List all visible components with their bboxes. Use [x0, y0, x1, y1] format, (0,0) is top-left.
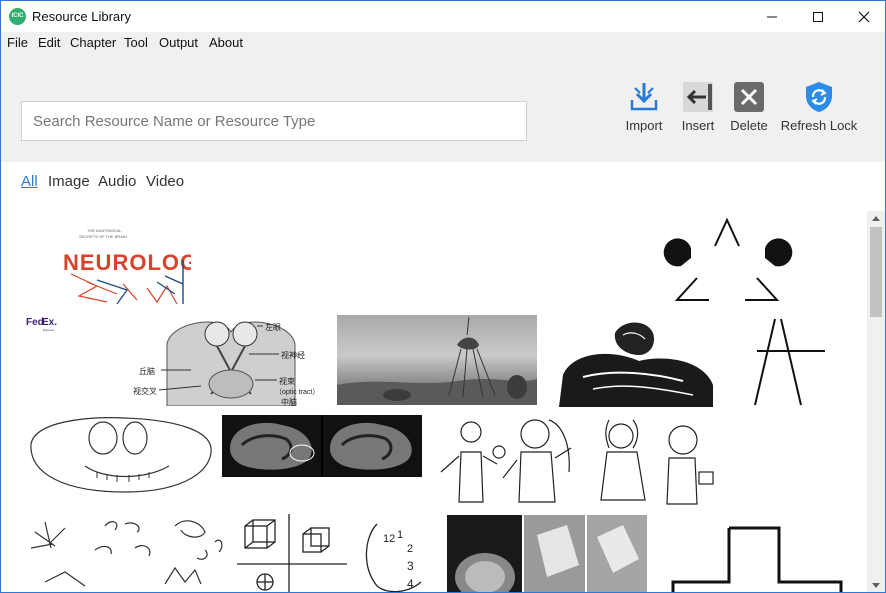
menu-chapter[interactable]: Chapter: [70, 35, 116, 50]
maximize-icon: [813, 11, 823, 22]
tab-image[interactable]: Image: [48, 173, 90, 190]
scroll-up-button[interactable]: [867, 211, 885, 225]
clock-number-12: 12: [383, 533, 395, 545]
tab-video[interactable]: Video: [146, 173, 184, 190]
chevron-up-icon: [872, 215, 880, 221]
thumbnail-face-drawing[interactable]: [25, 414, 215, 494]
insert-arrow-icon: [683, 82, 713, 112]
delete-label: Delete: [730, 118, 768, 133]
anatomy-label-left-eye: 左眼: [265, 322, 281, 332]
menu-bar: File Edit Chapter Tool Output About: [1, 32, 885, 54]
anatomy-label-optic-tract: 视束: [279, 376, 295, 386]
neurologic-subtitle-1: THE ANATOMICAL: [87, 228, 122, 233]
scrollbar-thumb[interactable]: [870, 227, 882, 317]
minimize-button[interactable]: [749, 1, 795, 32]
clock-number-4: 4: [407, 577, 414, 591]
menu-about[interactable]: About: [209, 35, 243, 50]
insert-label: Insert: [681, 118, 715, 133]
menu-edit[interactable]: Edit: [38, 35, 60, 50]
fedex-express: Express: [43, 328, 54, 332]
thumbnail-child-drawings[interactable]: [431, 412, 723, 508]
anatomy-label-optic-tract-en: （optic tract）: [275, 388, 319, 396]
thumbnail-brain-scan-photos[interactable]: [447, 515, 647, 592]
vertical-scrollbar[interactable]: [867, 211, 885, 592]
menu-file[interactable]: File: [7, 35, 28, 50]
filter-tabs: All Image Audio Video: [1, 162, 885, 202]
minimize-icon: [767, 16, 777, 17]
import-label: Import: [625, 118, 663, 133]
scroll-down-button[interactable]: [867, 578, 885, 592]
thumbnail-surreal-painting[interactable]: [337, 315, 537, 405]
thumbnail-cross-shape[interactable]: [669, 524, 845, 592]
neurologic-subtitle-2: SECRETS OF THE BRAIN: [79, 234, 127, 239]
anatomy-label-thalamus: 丘脑: [139, 366, 155, 376]
anatomy-label-optic-nerve: 视神经: [281, 350, 305, 360]
close-button[interactable]: [841, 1, 885, 32]
maximize-button[interactable]: [795, 1, 841, 32]
thumbnail-letter-a[interactable]: [745, 315, 837, 407]
import-icon: [630, 83, 658, 111]
thumbnail-visual-pathway[interactable]: 左眼 视神经 丘脑 视交叉 视束 （optic tract） 中脑: [131, 314, 331, 406]
app-logo-icon: ICIC: [9, 8, 26, 25]
resource-library-window: ICIC Resource Library File Edit Chapter …: [0, 0, 886, 593]
clock-number-1: 1: [397, 529, 403, 541]
thumbnail-cube-drawings[interactable]: [237, 514, 347, 592]
thumbnail-fedex-logo[interactable]: Fed Ex. Express: [25, 314, 65, 334]
thumbnail-kanizsa-triangle[interactable]: [661, 216, 793, 306]
thumbnail-thinker-sketch[interactable]: [553, 315, 719, 407]
refresh-lock-label: Refresh Lock: [780, 118, 858, 133]
thumbnail-neurologic[interactable]: THE ANATOMICAL SECRETS OF THE BRAIN NEUR…: [57, 224, 191, 306]
shield-refresh-icon: [806, 82, 832, 112]
anatomy-label-chiasm: 视交叉: [133, 386, 157, 396]
thumbnail-mri-brains[interactable]: [222, 415, 422, 477]
anatomy-label-midbrain: 中脑: [281, 397, 297, 406]
window-title: Resource Library: [32, 9, 131, 24]
fedex-ex: Ex.: [42, 317, 57, 328]
title-bar: ICIC Resource Library: [1, 1, 885, 32]
thumbnail-clock-drawing[interactable]: 12 1 2 3 4: [357, 516, 437, 592]
toolbar: Import Insert Delete: [1, 54, 885, 162]
search-input[interactable]: [22, 102, 526, 140]
close-icon: [858, 11, 870, 22]
delete-x-icon: [734, 82, 764, 112]
chevron-down-icon: [872, 582, 880, 588]
thumbnail-scribbles[interactable]: [25, 512, 225, 592]
neurologic-title: NEUROLOGIC: [63, 250, 191, 275]
clock-number-3: 3: [407, 559, 414, 573]
clock-number-2: 2: [407, 543, 413, 555]
tab-all[interactable]: All: [21, 173, 38, 190]
resource-gallery: THE ANATOMICAL SECRETS OF THE BRAIN NEUR…: [1, 202, 867, 592]
search-box[interactable]: [21, 101, 527, 141]
tab-audio[interactable]: Audio: [98, 173, 136, 190]
menu-tool[interactable]: Tool: [124, 35, 148, 50]
menu-output[interactable]: Output: [159, 35, 198, 50]
